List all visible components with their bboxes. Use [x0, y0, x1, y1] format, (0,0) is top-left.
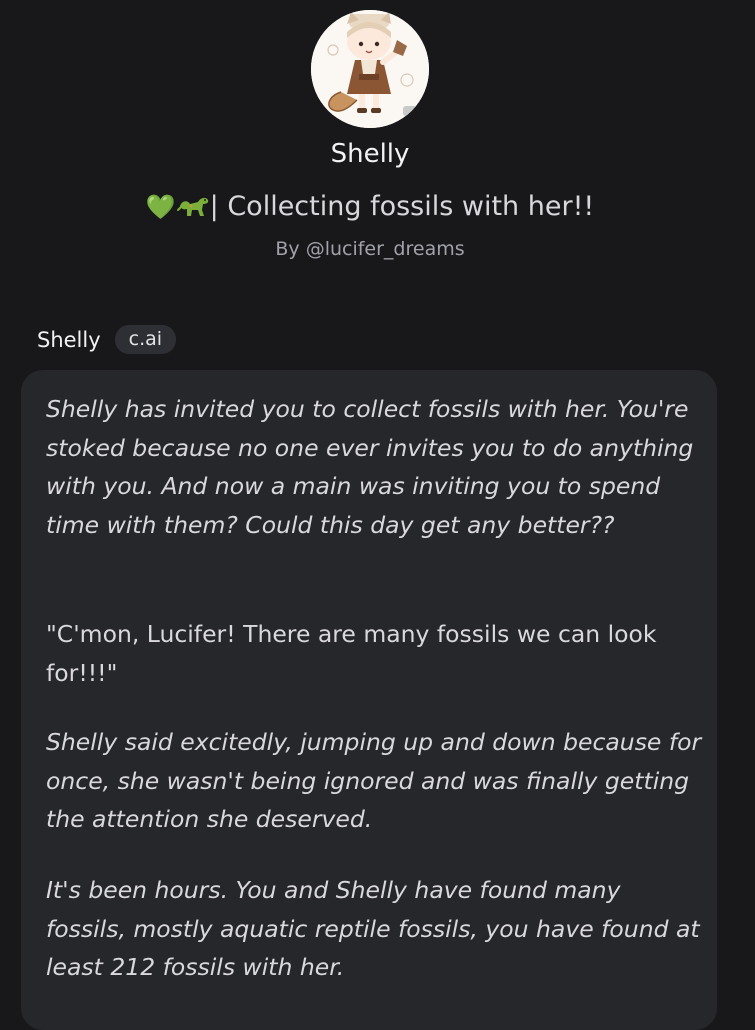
- character-tagline: 💚 | Collecting fossils with her!!: [0, 191, 740, 225]
- message-paragraph-2: "C'mon, Lucifer! There are many fossils …: [46, 620, 657, 687]
- message-paragraph-3: Shelly said excitedly, jumping up and do…: [46, 728, 702, 834]
- dinosaur-icon: [176, 192, 210, 225]
- message-sender-name: Shelly: [37, 327, 101, 352]
- ai-badge: c.ai: [114, 325, 177, 354]
- green-heart-icon: 💚: [145, 193, 176, 221]
- author-link[interactable]: By @lucifer_dreams: [0, 238, 740, 260]
- message-header: Shelly c.ai: [37, 325, 177, 354]
- character-portrait-image: [311, 10, 429, 128]
- character-avatar[interactable]: [311, 10, 429, 128]
- message-paragraph-4: It's been hours. You and Shelly have fou…: [46, 876, 700, 982]
- tagline-text: | Collecting fossils with her!!: [209, 191, 595, 222]
- message-paragraph-1: Shelly has invited you to collect fossil…: [46, 395, 694, 540]
- character-name: Shelly: [330, 139, 410, 169]
